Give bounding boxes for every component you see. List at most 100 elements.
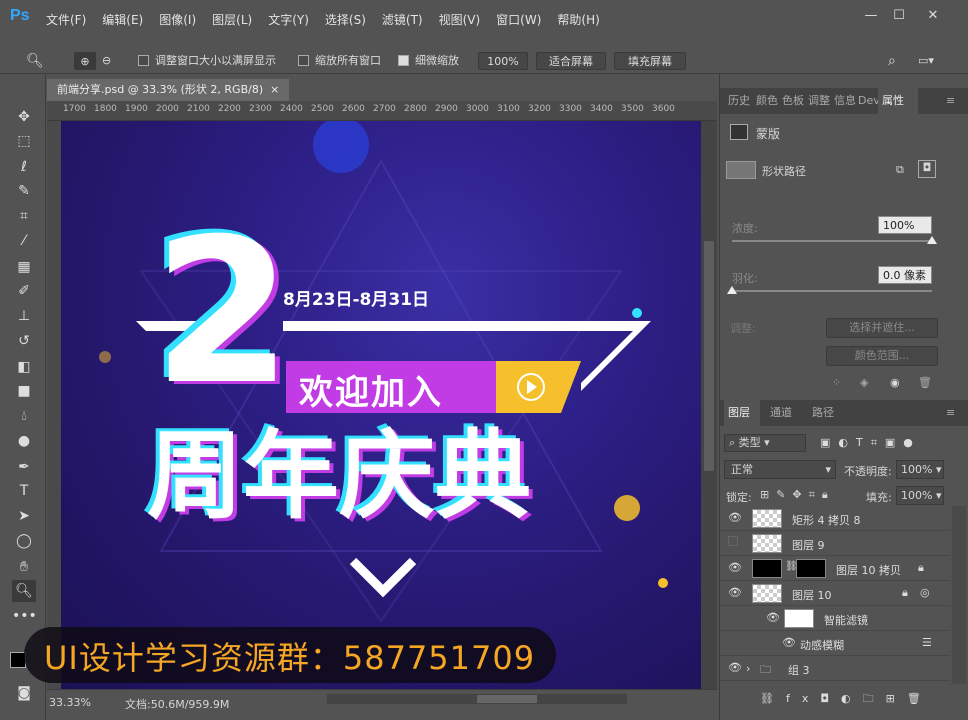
add-vector-mask-icon[interactable]: ⧉ bbox=[896, 163, 904, 177]
fit-screen-button[interactable]: 适合屏幕 bbox=[536, 52, 606, 70]
lasso-tool-icon[interactable]: ℓ bbox=[12, 156, 36, 178]
path-select-icon[interactable]: ➤ bbox=[12, 505, 36, 527]
menu-help[interactable]: 帮助(H) bbox=[549, 11, 607, 28]
feather-field[interactable]: 0.0 像素 bbox=[878, 266, 932, 284]
panel-menu-icon[interactable]: ≡ bbox=[942, 88, 959, 114]
eye-icon[interactable]: 👁︎ bbox=[728, 561, 742, 574]
layer-row[interactable]: 👁︎ 图层 10 🔒︎ ◎ bbox=[720, 581, 950, 606]
vector-mask-icon[interactable]: ◘ bbox=[918, 160, 936, 178]
layers-menu-icon[interactable]: ≡ bbox=[942, 400, 959, 426]
zoom-out-icon[interactable]: ⊖ bbox=[102, 52, 111, 70]
scroll-thumb[interactable] bbox=[704, 241, 714, 471]
crop-tool-icon[interactable]: ⌗ bbox=[12, 205, 36, 227]
maximize-button[interactable]: ☐ bbox=[884, 8, 914, 26]
eye-icon[interactable]: 👁︎ bbox=[728, 586, 742, 599]
zoom-all-checkbox[interactable]: 缩放所有窗口 bbox=[298, 52, 381, 70]
workspace-icon[interactable]: ▭▾ bbox=[918, 52, 934, 70]
quick-mask-icon[interactable]: ◙ bbox=[12, 682, 36, 704]
close-button[interactable]: ✕ bbox=[918, 8, 948, 26]
resize-windows-checkbox[interactable]: 调整窗口大小以满屏显示 bbox=[138, 52, 276, 70]
menu-view[interactable]: 视图(V) bbox=[431, 11, 489, 28]
expand-arrow-icon[interactable]: › bbox=[746, 662, 750, 675]
tab-channels[interactable]: 通道 bbox=[766, 400, 796, 426]
zoom-tool-icon[interactable]: 🔍︎ bbox=[12, 580, 36, 602]
menu-edit[interactable]: 编辑(E) bbox=[94, 11, 151, 28]
zoom-in-icon[interactable]: ⊕ bbox=[74, 52, 96, 70]
menu-image[interactable]: 图像(I) bbox=[151, 11, 204, 28]
feather-slider-handle[interactable] bbox=[727, 286, 737, 294]
zoom-level[interactable]: 33.33% bbox=[49, 696, 91, 709]
lock-icons[interactable]: ⊞✎✥⌗🔒︎ bbox=[760, 488, 835, 502]
menu-file[interactable]: 文件(F) bbox=[38, 11, 94, 28]
density-slider-handle[interactable] bbox=[927, 236, 937, 244]
zoom-100-button[interactable]: 100% bbox=[478, 52, 528, 70]
tab-properties[interactable]: 属性 bbox=[878, 88, 918, 114]
apply-mask-icon[interactable]: ◈ bbox=[860, 376, 868, 389]
brush-tool-icon[interactable]: ✐ bbox=[12, 280, 36, 302]
history-brush-icon[interactable]: ↺ bbox=[12, 330, 36, 352]
tab-paths[interactable]: 路径 bbox=[808, 400, 838, 426]
marquee-tool-icon[interactable]: ⬚ bbox=[12, 130, 36, 152]
eye-icon[interactable]: 👁︎ bbox=[728, 511, 742, 524]
eye-icon[interactable]: 👁︎ bbox=[782, 636, 796, 649]
minimize-button[interactable]: — bbox=[856, 8, 886, 26]
visibility-icon[interactable]: ◉ bbox=[890, 376, 900, 389]
layer-row[interactable]: 👁︎ 智能滤镜 bbox=[720, 606, 950, 631]
tab-history[interactable]: 历史 bbox=[724, 88, 754, 114]
layer-bottom-icons[interactable]: ⛓fx◘◐🗀⊞🗑︎ bbox=[760, 690, 933, 709]
menu-window[interactable]: 窗口(W) bbox=[488, 11, 549, 28]
filter-options-icon[interactable]: ☰ bbox=[922, 636, 932, 649]
layer-kind-filter[interactable]: ⌕ 类型 ▾ bbox=[724, 434, 806, 452]
density-slider[interactable] bbox=[732, 240, 932, 242]
layer-row[interactable]: 👁︎ 动感模糊 ☰ bbox=[720, 631, 950, 656]
eye-icon[interactable]: 👁︎ bbox=[728, 661, 742, 674]
eyedropper-icon[interactable]: ⁄ bbox=[12, 230, 36, 252]
load-selection-icon[interactable]: ⁘ bbox=[832, 376, 841, 389]
blur-tool-icon[interactable]: 💧︎ bbox=[12, 405, 36, 427]
shape-path-thumb[interactable] bbox=[726, 161, 756, 179]
filter-icons[interactable]: ▣◐T⌗▣● bbox=[820, 436, 921, 450]
type-tool-icon[interactable]: T bbox=[12, 480, 36, 502]
pen-tool-icon[interactable]: ✒ bbox=[12, 456, 36, 478]
clone-stamp-icon[interactable]: ⊥ bbox=[12, 305, 36, 327]
blend-mode-select[interactable]: 正常 ▾ bbox=[724, 460, 836, 479]
layer-row[interactable]: 👁︎ › 🗀 组 3 bbox=[720, 656, 950, 681]
fill-field[interactable]: 100% ▾ bbox=[896, 486, 944, 505]
document-canvas[interactable]: 2 8月23日-8月31日 欢迎加入 周年庆典 bbox=[61, 121, 701, 689]
search-icon[interactable]: ⌕ bbox=[888, 52, 896, 70]
color-range-button[interactable]: 颜色范围... bbox=[826, 346, 938, 366]
dodge-tool-icon[interactable]: ● bbox=[12, 430, 36, 452]
gradient-tool-icon[interactable]: ■ bbox=[12, 380, 36, 402]
eye-hidden-icon[interactable] bbox=[728, 536, 738, 546]
feather-slider[interactable] bbox=[732, 290, 932, 292]
fill-screen-button[interactable]: 填充屏幕 bbox=[614, 52, 686, 70]
zoom-icon[interactable]: 🔍︎ bbox=[26, 52, 44, 70]
eye-icon[interactable]: 👁︎ bbox=[766, 611, 780, 624]
menu-filter[interactable]: 滤镜(T) bbox=[374, 11, 431, 28]
move-tool-icon[interactable]: ✥ bbox=[12, 106, 36, 128]
document-tab[interactable]: 前端分享.psd @ 33.3% (形状 2, RGB/8) × bbox=[47, 79, 290, 101]
pixel-mask-icon[interactable] bbox=[730, 124, 748, 140]
layer-row[interactable]: 图层 9 bbox=[720, 531, 950, 556]
healing-brush-icon[interactable]: ▦ bbox=[12, 256, 36, 278]
horizontal-scrollbar[interactable] bbox=[327, 694, 627, 704]
layer-row[interactable]: 👁︎ ⛓ 图层 10 拷贝 🔒︎ bbox=[720, 556, 950, 581]
quick-select-icon[interactable]: ✎ bbox=[12, 180, 36, 202]
menu-type[interactable]: 文字(Y) bbox=[260, 11, 317, 28]
shape-tool-icon[interactable]: ◯ bbox=[12, 530, 36, 552]
layer-row[interactable]: 👁︎ 矩形 4 拷贝 8 bbox=[720, 506, 950, 531]
vertical-scrollbar[interactable] bbox=[701, 121, 717, 689]
close-tab-icon[interactable]: × bbox=[270, 83, 279, 96]
hand-tool-icon[interactable]: ✋︎ bbox=[12, 556, 36, 578]
scrubby-zoom-checkbox[interactable]: 细微缩放 bbox=[398, 52, 459, 70]
layers-scrollbar[interactable] bbox=[952, 506, 966, 684]
density-field[interactable]: 100% bbox=[878, 216, 932, 234]
more-tools-icon[interactable]: ••• bbox=[12, 605, 37, 627]
select-mask-button[interactable]: 选择并遮住... bbox=[826, 318, 938, 338]
smart-filter-icon[interactable]: ◎ bbox=[920, 586, 930, 599]
tab-layers[interactable]: 图层 bbox=[724, 400, 760, 426]
eraser-tool-icon[interactable]: ◧ bbox=[12, 356, 36, 378]
menu-select[interactable]: 选择(S) bbox=[317, 11, 374, 28]
scroll-thumb[interactable] bbox=[477, 695, 537, 703]
delete-mask-icon[interactable]: 🗑︎ bbox=[918, 376, 932, 389]
